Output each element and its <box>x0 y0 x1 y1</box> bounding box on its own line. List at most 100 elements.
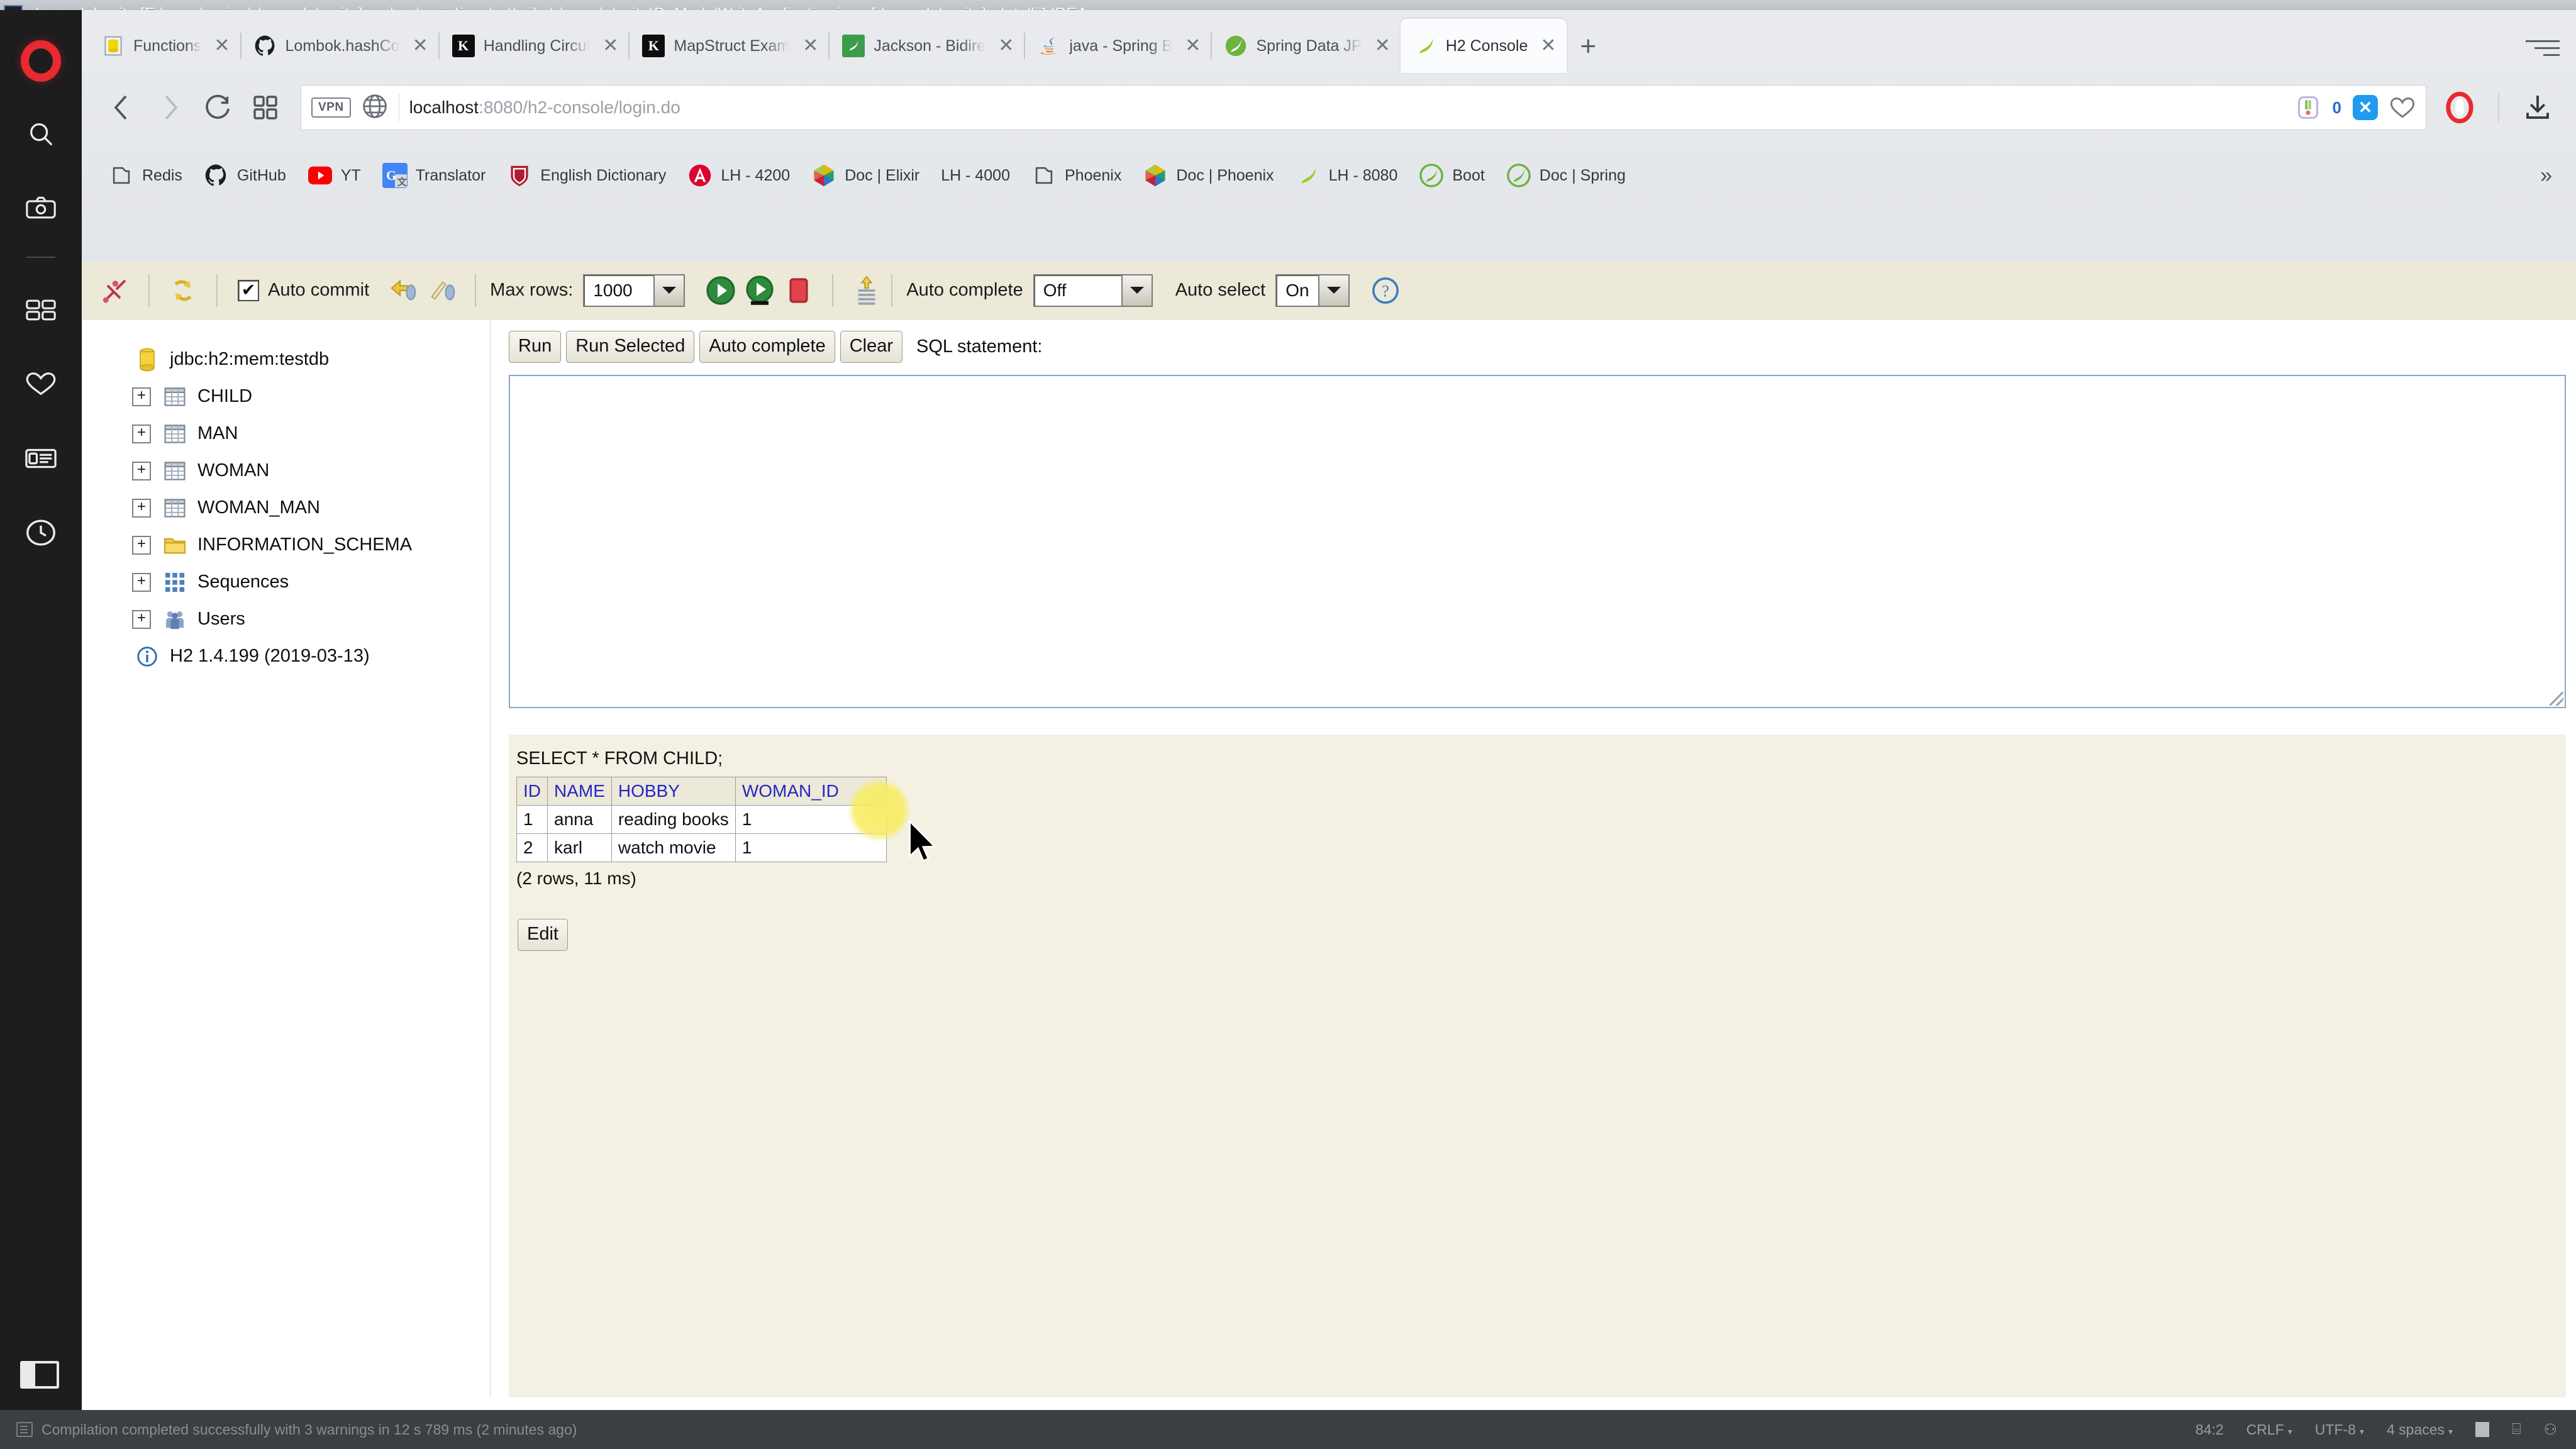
tree-node-connection[interactable]: jdbc:h2:mem:testdb <box>132 341 490 378</box>
tree-node-sequences[interactable]: + Sequences <box>132 564 490 601</box>
edit-button[interactable]: Edit <box>518 919 568 951</box>
tab-close-icon[interactable]: ✕ <box>1540 36 1556 55</box>
expander-icon[interactable]: + <box>132 499 151 518</box>
bookmark-doc-elixir[interactable]: Doc | Elixir <box>801 155 930 196</box>
reload-button[interactable] <box>194 84 242 131</box>
sql-editor-textarea[interactable] <box>509 375 2566 708</box>
column-header-woman-id[interactable]: WOMAN_ID <box>735 777 886 806</box>
auto-select-select[interactable]: On <box>1275 274 1350 307</box>
bookmark-boot[interactable]: Boot <box>1408 155 1495 196</box>
heart-icon[interactable] <box>2389 94 2416 121</box>
speed-dial-button[interactable] <box>242 84 289 131</box>
bookmark-phoenix[interactable]: Phoenix <box>1021 155 1132 196</box>
expander-icon[interactable]: + <box>132 573 151 592</box>
rollback-icon[interactable] <box>422 271 461 310</box>
auto-complete-button[interactable]: Auto complete <box>699 331 835 363</box>
tab-handling-circular[interactable]: K Handling Circul ✕ <box>438 19 629 73</box>
tree-node-child[interactable]: + CHILD <box>132 378 490 415</box>
ad-block-icon[interactable]: ✕ <box>2353 95 2378 120</box>
chevron-down-icon[interactable] <box>653 275 684 306</box>
disconnect-icon[interactable] <box>96 271 135 310</box>
tab-h2-console[interactable]: H2 Console ✕ <box>1401 19 1567 73</box>
bookmarks-overflow-button[interactable]: » <box>2540 164 2560 188</box>
tab-close-icon[interactable]: ✕ <box>1185 36 1201 55</box>
tree-node-man[interactable]: + MAN <box>132 415 490 452</box>
tab-close-icon[interactable]: ✕ <box>802 36 818 55</box>
tree-node-users[interactable]: + Users <box>132 601 490 638</box>
vpn-badge[interactable]: VPN <box>311 97 351 118</box>
back-button[interactable] <box>98 84 146 131</box>
tab-close-icon[interactable]: ✕ <box>413 36 428 55</box>
tab-jackson-bidirectional[interactable]: Jackson - Bidire ✕ <box>828 19 1024 73</box>
run-button[interactable]: Run <box>509 331 561 363</box>
caret-position[interactable]: 84:2 <box>2196 1421 2224 1438</box>
bookmark-translator[interactable]: G 文 Translator <box>372 155 497 196</box>
lock-icon[interactable]: ⌸ <box>2512 1421 2521 1438</box>
tab-lombok-hashcode[interactable]: Lombok.hashCo ✕ <box>240 19 438 73</box>
favorites-heart-icon[interactable] <box>19 362 63 406</box>
file-encoding[interactable]: UTF-8▾ <box>2315 1421 2364 1438</box>
notifications-icon[interactable]: ⚇ <box>2543 1421 2557 1439</box>
auto-commit-checkbox[interactable]: ✔ Auto commit <box>238 280 369 301</box>
forward-button[interactable] <box>146 84 194 131</box>
expander-icon[interactable]: + <box>132 536 151 555</box>
bookmark-english-dictionary[interactable]: English Dictionary <box>496 155 677 196</box>
tree-node-woman[interactable]: + WOMAN <box>132 452 490 489</box>
resize-grip-icon[interactable] <box>2550 692 2563 706</box>
auto-complete-select[interactable]: Off <box>1033 274 1153 307</box>
bookmark-redis[interactable]: Redis <box>98 155 193 196</box>
tab-close-icon[interactable]: ✕ <box>602 36 618 55</box>
column-header-hobby[interactable]: HOBBY <box>611 777 735 806</box>
commit-icon[interactable] <box>383 271 422 310</box>
search-icon[interactable] <box>19 112 63 156</box>
tab-spring-data-jpa[interactable]: Spring Data JP ✕ <box>1211 19 1400 73</box>
tab-menu-icon[interactable] <box>2526 35 2560 60</box>
git-branch-indicator[interactable] <box>2475 1422 2489 1437</box>
chevron-down-icon[interactable] <box>1121 275 1152 306</box>
tab-functions[interactable]: Functions ✕ <box>88 19 240 73</box>
chevron-down-icon[interactable] <box>1318 275 1348 306</box>
max-rows-select[interactable]: 1000 <box>583 274 685 307</box>
column-header-name[interactable]: NAME <box>548 777 612 806</box>
bookmark-doc-spring[interactable]: Doc | Spring <box>1496 155 1636 196</box>
speed-dial-icon[interactable] <box>19 288 63 332</box>
stop-icon[interactable] <box>779 271 818 310</box>
address-bar[interactable]: VPN localhost:8080/h2-console/login.do <box>301 85 2426 130</box>
news-icon[interactable] <box>19 436 63 480</box>
clear-button[interactable]: Clear <box>840 331 902 363</box>
bookmark-doc-phoenix[interactable]: Doc | Phoenix <box>1132 155 1284 196</box>
extension-icon[interactable] <box>2295 94 2321 121</box>
tree-node-woman-man[interactable]: + WOMAN_MAN <box>132 489 490 526</box>
expander-icon[interactable]: + <box>132 610 151 629</box>
tab-close-icon[interactable]: ✕ <box>998 36 1014 55</box>
download-icon[interactable] <box>2516 86 2560 130</box>
url-text[interactable]: localhost:8080/h2-console/login.do <box>409 97 680 118</box>
tab-close-icon[interactable]: ✕ <box>1375 36 1391 55</box>
bookmark-lh-4000[interactable]: LH - 4000 <box>930 155 1021 196</box>
bookmark-lh-4200[interactable]: LH - 4200 <box>677 155 801 196</box>
opera-logo-icon[interactable] <box>21 40 61 82</box>
line-separator[interactable]: CRLF▾ <box>2246 1421 2292 1438</box>
checkbox-box[interactable]: ✔ <box>238 280 259 301</box>
opera-vpn-icon[interactable] <box>2438 86 2482 130</box>
snapshot-icon[interactable] <box>19 186 63 230</box>
history-clock-icon[interactable] <box>19 511 63 555</box>
panel-toggle-icon[interactable] <box>20 1361 59 1389</box>
history-icon[interactable] <box>847 271 886 310</box>
refresh-icon[interactable] <box>164 271 203 310</box>
bookmark-lh-8080[interactable]: LH - 8080 <box>1285 155 1409 196</box>
new-tab-button[interactable]: + <box>1580 33 1597 60</box>
indent-setting[interactable]: 4 spaces▾ <box>2387 1421 2453 1438</box>
column-header-id[interactable]: ID <box>517 777 548 806</box>
run-selected-button[interactable]: Run Selected <box>566 331 694 363</box>
expander-icon[interactable]: + <box>132 462 151 480</box>
run-icon[interactable] <box>701 271 740 310</box>
run-selected-icon[interactable] <box>740 271 779 310</box>
bookmark-github[interactable]: GitHub <box>193 155 297 196</box>
help-icon[interactable]: ? <box>1366 271 1405 310</box>
tab-java-spring-boot[interactable]: java - Spring B ✕ <box>1024 19 1211 73</box>
tree-node-information-schema[interactable]: + INFORMATION_SCHEMA <box>132 526 490 564</box>
tab-close-icon[interactable]: ✕ <box>214 36 230 55</box>
expander-icon[interactable]: + <box>132 387 151 406</box>
tab-mapstruct-example[interactable]: K MapStruct Exam ✕ <box>628 19 828 73</box>
